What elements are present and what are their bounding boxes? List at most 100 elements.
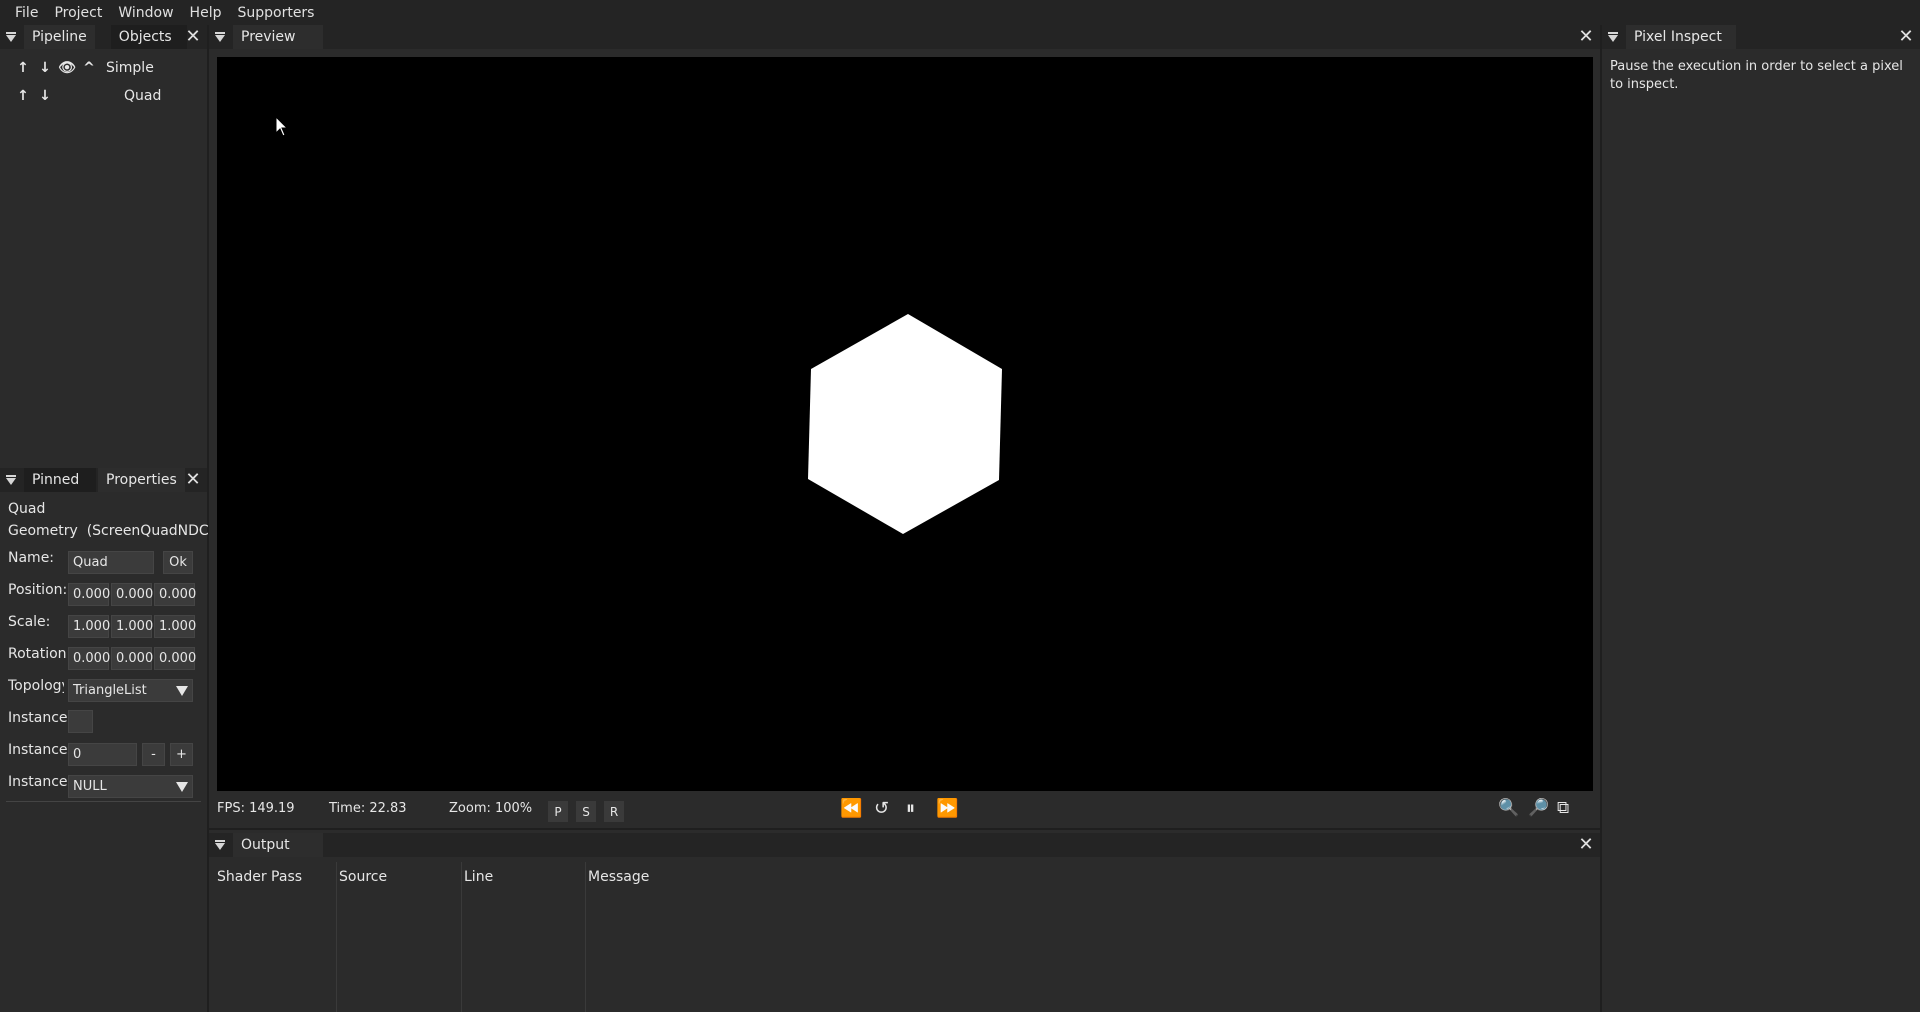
pipeline-tabbar: Pipeline Objects ✕ — [0, 25, 207, 49]
menu-bar: File Project Window Help Supporters — [0, 0, 1920, 25]
mode-s-button[interactable]: S — [576, 801, 596, 822]
pause-icon[interactable]: ⏸ — [906, 798, 915, 819]
rendered-hexagon — [808, 314, 1002, 534]
render-output — [808, 314, 1002, 534]
instance-label: Instance — [8, 710, 68, 726]
instance-buffer-select[interactable]: NULL — [68, 775, 193, 798]
rotation-x-field[interactable]: 0.000 — [68, 647, 110, 670]
column-source[interactable]: Source — [339, 869, 387, 885]
panel-menu-icon[interactable] — [0, 475, 24, 485]
close-icon[interactable]: ✕ — [184, 471, 202, 489]
mouse-cursor-icon — [275, 116, 289, 137]
topology-value: TriangleList — [73, 683, 147, 698]
position-label: Position: — [8, 582, 68, 598]
pipeline-item-label: Simple — [106, 60, 154, 76]
fps-text: FPS: 149.19 — [217, 801, 295, 816]
pipeline-item-simple[interactable]: ↑ ↓ 👁 ^ Simple — [12, 58, 154, 78]
scale-x-field[interactable]: 1.000 — [68, 615, 110, 638]
topology-select[interactable]: TriangleList — [68, 679, 193, 702]
zoom-in-icon[interactable]: 🔍 — [1498, 798, 1519, 818]
down-arrow-icon[interactable]: ↓ — [34, 60, 56, 76]
separator — [6, 801, 201, 802]
up-arrow-icon[interactable]: ↑ — [12, 60, 34, 76]
column-divider[interactable] — [336, 862, 337, 1012]
mode-p-button[interactable]: P — [548, 801, 568, 822]
topology-label: Topology — [8, 678, 64, 694]
name-label: Name: — [8, 550, 55, 566]
column-shader-pass[interactable]: Shader Pass — [217, 869, 302, 885]
tab-pinned[interactable]: Pinned — [24, 468, 96, 492]
instance-count-field[interactable]: 0 — [68, 743, 137, 766]
tab-preview[interactable]: Preview — [233, 25, 323, 49]
menu-help[interactable]: Help — [182, 5, 230, 21]
tab-objects[interactable]: Objects — [110, 25, 187, 49]
pixel-inspect-message: Pause the execution in order to select a… — [1610, 59, 1903, 92]
instance-count-label: Instance — [8, 742, 68, 758]
panel-menu-icon[interactable] — [1602, 32, 1626, 42]
menu-file[interactable]: File — [7, 5, 46, 21]
decrement-button[interactable]: - — [142, 743, 165, 766]
dropdown-arrow-icon — [176, 782, 188, 792]
mode-r-button[interactable]: R — [604, 801, 624, 822]
tab-pixel-inspect[interactable]: Pixel Inspect — [1626, 25, 1736, 49]
position-y-field[interactable]: 0.000 — [111, 583, 153, 606]
menu-supporters[interactable]: Supporters — [229, 5, 322, 21]
properties-panel: Pinned Properties ✕ Quad Geometry (Scree… — [0, 468, 214, 1012]
instance-buffer-label: Instance — [8, 774, 68, 790]
fast-forward-icon[interactable]: ⏩ — [936, 798, 958, 819]
close-icon[interactable]: ✕ — [1577, 28, 1595, 46]
pipeline-item-quad[interactable]: ↑ ↓ Quad — [12, 86, 161, 106]
scale-z-field[interactable]: 1.000 — [154, 615, 196, 638]
scale-y-field[interactable]: 1.000 — [111, 615, 153, 638]
column-line[interactable]: Line — [464, 869, 493, 885]
panel-menu-icon[interactable] — [209, 840, 233, 850]
tab-output[interactable]: Output — [233, 833, 323, 857]
restart-icon[interactable]: ↺ — [874, 798, 889, 819]
menu-project[interactable]: Project — [46, 5, 110, 21]
pipeline-item-label: Quad — [124, 88, 162, 104]
increment-button[interactable]: + — [170, 743, 193, 766]
position-x-field[interactable]: 0.000 — [68, 583, 110, 606]
eye-icon[interactable]: 👁 — [56, 60, 78, 76]
pipeline-panel: Pipeline Objects ✕ ↑ ↓ 👁 ^ Simple ↑ ↓ Qu… — [0, 25, 207, 465]
menu-window[interactable]: Window — [110, 5, 181, 21]
object-type-text: Geometry (ScreenQuadNDC) — [8, 523, 215, 539]
column-divider[interactable] — [585, 862, 586, 1012]
close-icon[interactable]: ✕ — [1577, 836, 1595, 854]
properties-tabbar: Pinned Properties ✕ — [0, 468, 207, 492]
dropdown-arrow-icon — [176, 686, 188, 696]
chevron-up-icon[interactable]: ^ — [78, 60, 100, 76]
splitter-horizontal[interactable] — [209, 828, 1600, 830]
rotation-z-field[interactable]: 0.000 — [154, 647, 196, 670]
column-message[interactable]: Message — [588, 869, 649, 885]
column-divider[interactable] — [461, 862, 462, 1012]
panel-menu-icon[interactable] — [0, 32, 24, 42]
ok-button[interactable]: Ok — [163, 551, 193, 574]
rotation-label: Rotation — [8, 646, 67, 662]
scale-label: Scale: — [8, 614, 51, 630]
tab-properties[interactable]: Properties — [98, 468, 185, 492]
preview-viewport[interactable] — [217, 57, 1593, 791]
down-arrow-icon[interactable]: ↓ — [34, 88, 56, 104]
name-field[interactable]: Quad — [68, 551, 154, 574]
up-arrow-icon[interactable]: ↑ — [12, 88, 34, 104]
zoom-out-icon[interactable]: 🔎 — [1528, 798, 1549, 818]
pixel-inspect-panel: Pixel Inspect ✕ Pause the execution in o… — [1602, 25, 1920, 1012]
object-name-text: Quad — [8, 501, 46, 517]
output-tabbar: Output ✕ — [209, 833, 1600, 857]
tab-pipeline[interactable]: Pipeline — [24, 25, 95, 49]
panel-menu-icon[interactable] — [209, 32, 233, 42]
close-icon[interactable]: ✕ — [184, 28, 202, 46]
pixel-inspect-tabbar: Pixel Inspect ✕ — [1602, 25, 1920, 49]
instance-buffer-value: NULL — [73, 779, 107, 794]
preview-tabbar: Preview ✕ — [209, 25, 1600, 49]
time-text: Time: 22.83 — [329, 801, 407, 816]
rotation-y-field[interactable]: 0.000 — [111, 647, 153, 670]
fullscreen-icon[interactable]: ⧉ — [1557, 798, 1569, 818]
zoom-text: Zoom: 100% — [449, 801, 533, 816]
position-z-field[interactable]: 0.000 — [154, 583, 196, 606]
close-icon[interactable]: ✕ — [1897, 28, 1915, 46]
rewind-icon[interactable]: ⏪ — [840, 798, 862, 819]
instance-checkbox[interactable] — [68, 710, 93, 733]
output-panel: Output ✕ — [209, 833, 1600, 1012]
